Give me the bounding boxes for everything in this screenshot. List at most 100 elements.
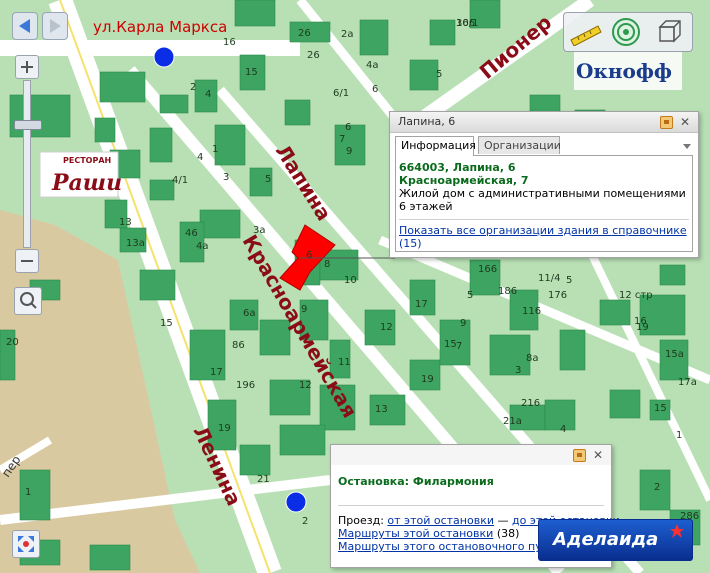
house-number: 4/1 [172, 175, 188, 186]
adelaida-logo-text: Аделаида [553, 529, 659, 550]
pin-icon[interactable] [660, 116, 673, 129]
house-number: 19 [636, 322, 649, 333]
house-number: 6 [345, 122, 351, 133]
stop-routes-count: (38) [496, 527, 520, 540]
ruler-button[interactable] [568, 18, 604, 47]
house-number: 176 [548, 290, 567, 301]
house-number: 17 [210, 367, 223, 378]
house-number: 46 [185, 228, 198, 239]
house-number: 6/1 [333, 88, 349, 99]
house-number: 5 [566, 275, 572, 286]
house-number: 5 [467, 290, 473, 301]
house-number: 12 стр [619, 290, 653, 301]
close-icon[interactable]: ✕ [593, 449, 603, 461]
building-type: Жилой дом с административными помещениям… [399, 187, 686, 200]
zoom-out-button[interactable] [15, 249, 39, 273]
house-number: 196 [236, 380, 255, 391]
building-info-popup: Лапина, 6 ✕ Информация Организации 66400… [389, 111, 699, 258]
show-organizations-link[interactable]: Показать все организации здания в справо… [399, 224, 687, 237]
house-number: 21 [257, 474, 270, 485]
house-number: 9 [301, 304, 307, 315]
chevron-down-icon[interactable] [683, 144, 691, 150]
close-icon[interactable]: ✕ [680, 116, 690, 128]
house-number: 2а [341, 29, 354, 40]
house-number: 3а [253, 225, 266, 236]
popup-content: 664003, Лапина, 6 Красноармейская, 7 Жил… [395, 155, 693, 252]
house-number: 1 [676, 430, 682, 441]
house-number: 7 [339, 134, 345, 145]
popup-title: Лапина, 6 [398, 115, 456, 128]
house-number: 15 [160, 318, 173, 329]
house-number: 1 [212, 144, 218, 155]
house-number: 4 [205, 89, 211, 100]
restaurant-logo-top: РЕСТОРАН [63, 156, 111, 165]
from-stop-link[interactable]: от этой остановки [387, 514, 494, 527]
house-number: 11 [338, 357, 351, 368]
magnifier-button[interactable] [14, 287, 42, 315]
tab-organizations[interactable]: Организации [478, 136, 561, 154]
house-number: 186 [498, 286, 517, 297]
oknoff-logo[interactable]: Окнофф [574, 52, 682, 90]
restaurant-logo-name: Раши [51, 170, 122, 196]
house-number: 4 [560, 424, 566, 435]
plus-icon [21, 61, 33, 73]
house-number: 13а [126, 238, 145, 249]
house-number: 2 [302, 516, 308, 527]
house-number: 16 [223, 37, 236, 48]
house-number: 4а [366, 60, 379, 71]
house-number: 26 [298, 28, 311, 39]
stop-marker[interactable] [285, 491, 307, 513]
house-number: 21а [503, 416, 522, 427]
forward-button[interactable] [42, 12, 68, 40]
house-number: 9 [460, 318, 466, 329]
house-number: 15 [444, 339, 457, 350]
popup-header: ✕ [331, 445, 611, 465]
street-label-karla-marksa: ул.Карла Маркса [93, 18, 227, 36]
popup-tabs: Информация Организации [395, 136, 693, 156]
back-button[interactable] [12, 12, 38, 40]
house-number: 13 [375, 404, 388, 415]
house-number: 216 [521, 398, 540, 409]
tab-information[interactable]: Информация [395, 136, 476, 156]
house-number: 6а [243, 308, 256, 319]
house-number: 116 [522, 306, 541, 317]
house-number: 15 [245, 67, 258, 78]
house-number: 19 [421, 374, 434, 385]
travel-dash: — [497, 514, 509, 527]
house-number: 7 [456, 341, 462, 352]
zoom-slider-track[interactable] [23, 80, 31, 248]
adelaida-logo[interactable]: Аделаида [538, 519, 693, 561]
stop-routes-link[interactable]: Маршруты этой остановки [338, 527, 493, 540]
house-number: 5 [436, 69, 442, 80]
house-number: 8а [526, 353, 539, 364]
house-number: 5 [265, 174, 271, 185]
restaurant-logo[interactable]: РЕСТОРАН Раши [39, 151, 122, 198]
magnifier-icon [20, 292, 37, 309]
house-number: 4а [196, 241, 209, 252]
building-floors: 6 этажей [399, 200, 453, 213]
tool-bar-right [563, 12, 693, 52]
stop-point-routes-link[interactable]: Маршруты этого остановочного пункта [338, 540, 569, 553]
address-line-2: Красноармейская, 7 [399, 174, 529, 187]
house-number: 6 [306, 250, 312, 261]
stop-title: Остановка: Филармония [338, 475, 494, 488]
zoom-slider-handle[interactable] [14, 120, 42, 130]
house-number: 166 [478, 264, 497, 275]
address-line-1: 664003, Лапина, 6 [399, 161, 516, 174]
house-number: 19 [218, 423, 231, 434]
fullscreen-button[interactable] [12, 530, 40, 558]
radar-button[interactable] [610, 17, 642, 47]
zoom-in-button[interactable] [15, 55, 39, 79]
arrow-left-icon [19, 19, 30, 33]
minus-icon [21, 260, 33, 262]
ruler-icon [570, 25, 602, 47]
travel-label: Проезд: [338, 514, 384, 527]
stop-marker[interactable] [153, 46, 175, 68]
pin-icon[interactable] [573, 449, 586, 462]
house-number: 306 [456, 18, 475, 29]
radar-icon [612, 18, 640, 46]
house-number: 10 [344, 275, 357, 286]
house-number: 86 [232, 340, 245, 351]
house-number: 9 [346, 146, 352, 157]
3d-button[interactable] [654, 17, 686, 47]
